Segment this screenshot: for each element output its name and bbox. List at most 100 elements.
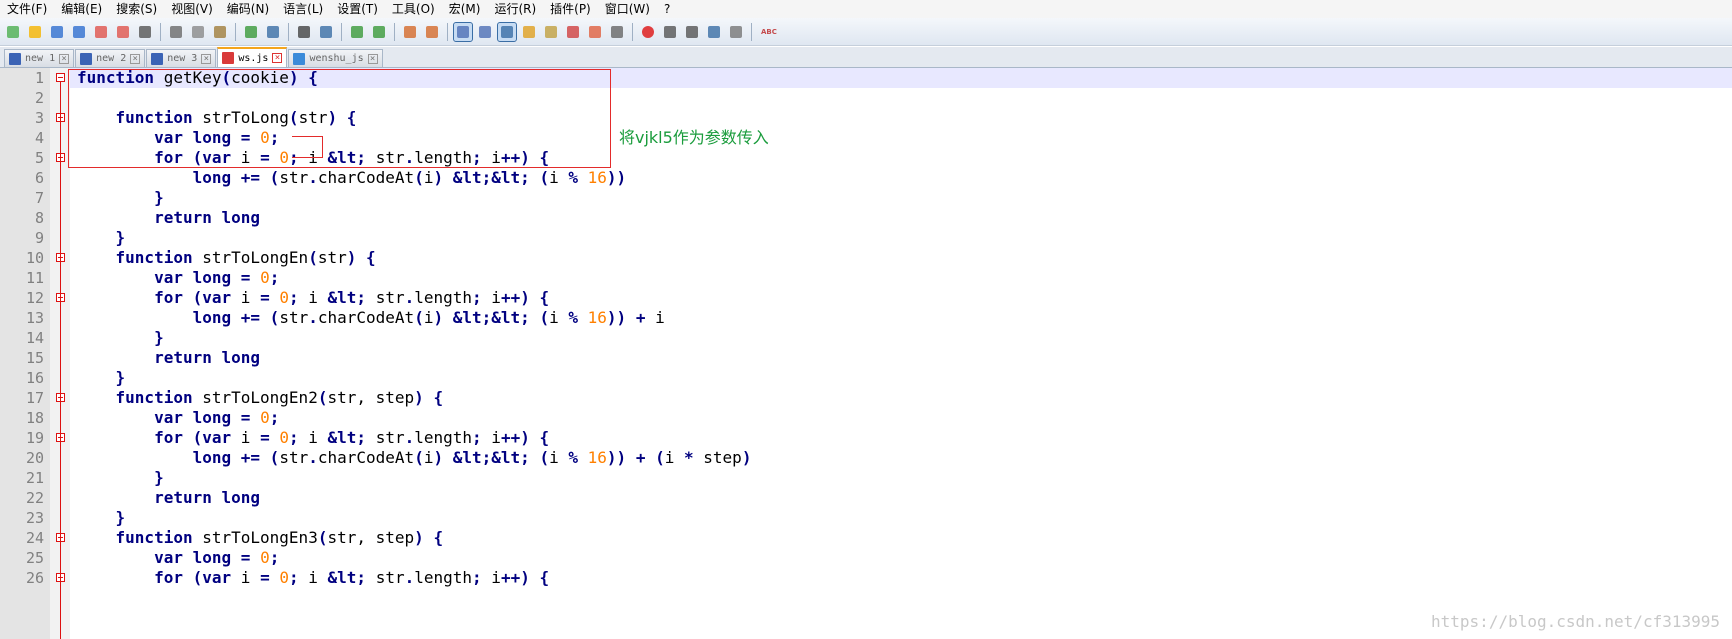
code-line[interactable]: }	[77, 508, 126, 528]
code-line[interactable]: return long	[77, 208, 260, 228]
menu-item-4[interactable]: 编码(N)	[220, 0, 276, 18]
line-number: 8	[34, 209, 44, 227]
doc-map-icon[interactable]	[542, 23, 560, 41]
close-icon[interactable]	[92, 23, 110, 41]
line-number: 4	[34, 129, 44, 147]
code-line[interactable]: long += (str.charCodeAt(i) &lt;&lt; (i %…	[77, 308, 665, 328]
file-icon	[222, 52, 235, 64]
line-number: 21	[25, 469, 44, 487]
save-macro-icon[interactable]	[727, 23, 745, 41]
udl-icon[interactable]	[520, 23, 538, 41]
tab-new-1[interactable]: new 1 ×	[4, 49, 75, 67]
code-line[interactable]: long += (str.charCodeAt(i) &lt;&lt; (i %…	[77, 448, 752, 468]
menu-item-6[interactable]: 设置(T)	[330, 0, 385, 18]
tab-close-icon[interactable]: ×	[367, 53, 378, 64]
tab-wenshu-js[interactable]: wenshu_js ×	[288, 49, 383, 67]
code-editor[interactable]: 1 2 3 4 5 6 7 8 9 10 11 12 13 14 15 16 17 18 19 20 21 22 23 24 2…	[0, 68, 1732, 639]
new-file-icon[interactable]	[4, 23, 22, 41]
paste-icon[interactable]	[211, 23, 229, 41]
file-icon	[151, 52, 164, 65]
file-icon	[293, 52, 306, 65]
redo-icon[interactable]	[264, 23, 282, 41]
toolbar: ABC	[0, 18, 1732, 46]
code-line[interactable]: for (var i = 0; i &lt; str.length; i++) …	[77, 568, 549, 588]
close-all-icon[interactable]	[114, 23, 132, 41]
code-line[interactable]: for (var i = 0; i &lt; str.length; i++) …	[77, 428, 549, 448]
show-all-chars-icon[interactable]	[476, 23, 494, 41]
stop-macro-icon[interactable]	[661, 23, 679, 41]
code-line[interactable]: for (var i = 0; i &lt; str.length; i++) …	[77, 288, 549, 308]
tab-new-3[interactable]: new 3 ×	[146, 49, 217, 67]
toolbar-separator	[288, 22, 289, 41]
code-line[interactable]: }	[77, 188, 164, 208]
menu-item-3[interactable]: 视图(V)	[164, 0, 220, 18]
line-number: 6	[34, 169, 44, 187]
tab-label: new 2	[96, 53, 127, 64]
folder-workspace-icon[interactable]	[586, 23, 604, 41]
code-line[interactable]: long += (str.charCodeAt(i) &lt;&lt; (i %…	[77, 168, 627, 188]
print-icon[interactable]	[136, 23, 154, 41]
line-number: 13	[25, 309, 44, 327]
zoom-out-icon[interactable]	[370, 23, 388, 41]
code-line[interactable]: var long = 0;	[77, 548, 279, 568]
save-all-icon[interactable]	[70, 23, 88, 41]
find-icon[interactable]	[295, 23, 313, 41]
line-number: 12	[25, 289, 44, 307]
code-line[interactable]: }	[77, 328, 164, 348]
record-macro-icon[interactable]	[639, 23, 657, 41]
menu-item-1[interactable]: 编辑(E)	[54, 0, 109, 18]
word-wrap-icon[interactable]	[453, 21, 473, 42]
code-line[interactable]: function strToLongEn(str) {	[77, 248, 376, 268]
menu-item-0[interactable]: 文件(F)	[0, 0, 54, 18]
line-number: 26	[25, 569, 44, 587]
menu-item-12[interactable]: ?	[657, 0, 677, 18]
tab-close-icon[interactable]: ×	[272, 53, 283, 63]
undo-icon[interactable]	[242, 23, 260, 41]
indent-guide-icon[interactable]	[497, 21, 517, 42]
code-line[interactable]: }	[77, 228, 126, 248]
watermark: https://blog.csdn.net/cf313995	[1431, 612, 1720, 631]
toolbar-separator	[447, 22, 448, 41]
menu-item-9[interactable]: 运行(R)	[487, 0, 543, 18]
code-line[interactable]: function strToLongEn3(str, step) {	[77, 528, 444, 548]
tab-close-icon[interactable]: ×	[201, 53, 212, 64]
zoom-in-icon[interactable]	[348, 23, 366, 41]
sync-v-icon[interactable]	[401, 23, 419, 41]
toolbar-separator	[394, 22, 395, 41]
menu-item-7[interactable]: 工具(O)	[385, 0, 442, 18]
toolbar-separator	[751, 22, 752, 41]
run-macro-multiple-icon[interactable]	[705, 23, 723, 41]
tab-close-icon[interactable]: ×	[130, 53, 141, 64]
sync-h-icon[interactable]	[423, 23, 441, 41]
menu-item-5[interactable]: 语言(L)	[276, 0, 330, 18]
code-line[interactable]: function strToLongEn2(str, step) {	[77, 388, 444, 408]
code-line[interactable]: return long	[77, 348, 260, 368]
line-number: 11	[25, 269, 44, 287]
fold-toggle-icon[interactable]	[56, 73, 65, 82]
copy-icon[interactable]	[189, 23, 207, 41]
line-number: 3	[34, 109, 44, 127]
code-line[interactable]: var long = 0;	[77, 268, 279, 288]
menu-item-2[interactable]: 搜索(S)	[109, 0, 164, 18]
code-line[interactable]: }	[77, 368, 126, 388]
line-number: 20	[25, 449, 44, 467]
monitor-icon[interactable]	[608, 23, 626, 41]
code-line[interactable]: return long	[77, 488, 260, 508]
play-macro-icon[interactable]	[683, 23, 701, 41]
tab-ws-js[interactable]: ws.js ×	[217, 47, 288, 67]
menu-item-8[interactable]: 宏(M)	[442, 0, 488, 18]
spellcheck-icon[interactable]: ABC	[758, 23, 777, 41]
menu-bar: 文件(F) 编辑(E) 搜索(S) 视图(V) 编码(N) 语言(L) 设置(T) 工具(O)…	[0, 0, 1732, 18]
tab-close-icon[interactable]: ×	[59, 53, 70, 64]
tab-new-2[interactable]: new 2 ×	[75, 49, 146, 67]
toolbar-separator	[341, 22, 342, 41]
open-file-icon[interactable]	[26, 23, 44, 41]
replace-icon[interactable]	[317, 23, 335, 41]
menu-item-11[interactable]: 窗口(W)	[598, 0, 657, 18]
code-line[interactable]: var long = 0;	[77, 408, 279, 428]
save-icon[interactable]	[48, 23, 66, 41]
function-list-icon[interactable]	[564, 23, 582, 41]
cut-icon[interactable]	[167, 23, 185, 41]
code-line[interactable]: }	[77, 468, 164, 488]
menu-item-10[interactable]: 插件(P)	[543, 0, 598, 18]
